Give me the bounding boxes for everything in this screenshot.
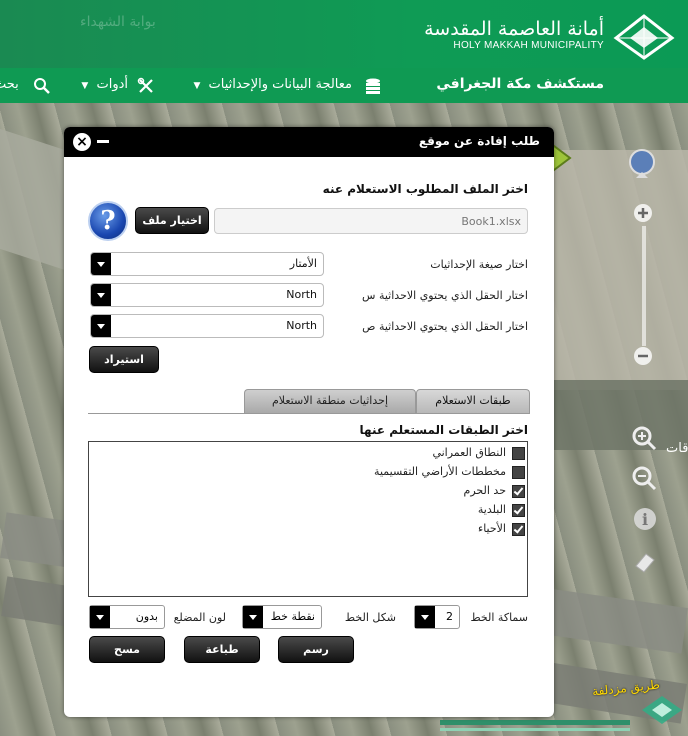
line-width-label: سماكة الخط	[470, 611, 528, 624]
map-label: قات	[666, 441, 688, 456]
map-decor-bar	[440, 728, 630, 731]
x-field-label: اختار الحقل الذي يحتوي الاحداثية س	[362, 289, 528, 302]
print-button[interactable]: طباعة	[184, 636, 260, 663]
map-background-label: بوابة الشهداء	[80, 14, 156, 30]
layer-item[interactable]: الأحياء	[478, 522, 525, 540]
search-icon[interactable]	[33, 77, 51, 95]
layer-label: النطاق العمراني	[432, 446, 506, 459]
coord-format-value: الأمتار	[289, 257, 317, 270]
import-button[interactable]: استيراد	[89, 346, 159, 373]
zoom-out-icon[interactable]	[632, 345, 654, 367]
chevron-down-icon	[91, 284, 111, 306]
y-field-value: North	[286, 319, 317, 332]
tabs-divider	[88, 413, 530, 414]
globe-icon[interactable]	[624, 146, 660, 182]
layer-label: البلدية	[477, 503, 506, 516]
zoom-in-icon[interactable]	[632, 202, 654, 224]
magnify-minus-icon[interactable]	[630, 464, 658, 492]
help-icon[interactable]: ?	[88, 201, 128, 241]
chevron-down-icon: ▼	[81, 81, 89, 91]
checkbox[interactable]	[512, 503, 525, 517]
layer-label: مخططات الأراضي التقسيمية	[374, 465, 506, 478]
eraser-icon[interactable]	[632, 548, 658, 574]
app-header: بوابة الشهداء أمانة العاصمة المقدسة HOLY…	[0, 0, 688, 103]
layer-item[interactable]: حد الحرم	[464, 484, 525, 502]
data-processing-menu-label: معالجة البيانات والإحداثيات	[208, 77, 353, 92]
draw-button[interactable]: رسم	[278, 636, 354, 663]
database-icon	[366, 78, 380, 94]
close-icon[interactable]: ×	[73, 133, 91, 151]
tab-query-area-coords[interactable]: إحداثيات منطقة الاستعلام	[244, 389, 416, 413]
tools-icon	[137, 77, 153, 93]
query-tabs: إحداثيات منطقة الاستعلام طبقات الاستعلام	[244, 389, 530, 413]
svg-text:i: i	[642, 510, 648, 529]
fill-color-label: لون المضلع	[173, 611, 226, 624]
fill-color-value: بدون	[135, 610, 158, 623]
chevron-down-icon	[243, 606, 263, 628]
checkbox[interactable]	[512, 484, 525, 498]
line-width-value: 2	[446, 610, 453, 623]
x-field-value: North	[286, 288, 317, 301]
coord-format-label: اختار صيغة الإحداثيات	[430, 258, 528, 271]
search-menu[interactable]: بحث	[0, 77, 19, 92]
chevron-down-icon	[91, 315, 111, 337]
y-field-select[interactable]: North	[90, 314, 324, 338]
layers-list: النطاق العمراني مخططات الأراضي التقسيمية…	[88, 441, 528, 597]
chevron-down-icon: ▼	[193, 81, 201, 91]
chevron-down-icon	[415, 606, 435, 628]
tools-menu-label: أدوات	[96, 77, 128, 92]
info-icon[interactable]: i	[632, 506, 658, 532]
map-decor-bar	[440, 720, 630, 725]
makkah-municipality-logo-icon	[642, 696, 682, 724]
line-style-label: شكل الخط	[344, 611, 396, 624]
layer-item[interactable]: البلدية	[478, 503, 525, 521]
brand-name-english: HOLY MAKKAH MUNICIPALITY	[453, 40, 604, 51]
line-width-select[interactable]: 2	[414, 605, 460, 629]
magnify-plus-icon[interactable]	[630, 424, 658, 452]
app-title: مستكشف مكة الجغرافي	[436, 76, 604, 92]
line-style-select[interactable]: نقطة خط	[242, 605, 322, 629]
choose-file-button[interactable]: اختيار ملف	[135, 207, 209, 234]
minimize-icon[interactable]	[97, 140, 109, 143]
chevron-down-icon	[90, 606, 110, 628]
x-field-select[interactable]: North	[90, 283, 324, 307]
layer-label: الأحياء	[478, 522, 506, 535]
map-building-block	[548, 380, 688, 450]
zoom-slider-track[interactable]	[642, 226, 646, 346]
fill-color-select[interactable]: بدون	[89, 605, 165, 629]
file-section-title: اختر الملف المطلوب الاستعلام عنه	[322, 182, 528, 196]
map-building-block	[548, 150, 688, 390]
layer-label: حد الحرم	[463, 484, 506, 497]
location-inquiry-dialog: × طلب إفادة عن موقع اختر الملف المطلوب ا…	[64, 127, 554, 717]
tab-query-layers[interactable]: طبقات الاستعلام	[416, 389, 530, 413]
layer-item[interactable]: النطاق العمراني	[432, 446, 525, 464]
layer-item[interactable]: مخططات الأراضي التقسيمية	[374, 465, 525, 483]
checkbox[interactable]	[512, 465, 525, 479]
file-path-field[interactable]	[214, 208, 528, 234]
checkbox[interactable]	[512, 446, 525, 460]
y-field-label: اختار الحقل الذي يحتوي الاحداثية ص	[362, 320, 528, 333]
layers-section-title: اختر الطبقات المستعلم عنها	[359, 423, 528, 437]
makkah-municipality-logo-icon	[613, 14, 675, 60]
line-style-value: نقطة خط	[270, 610, 315, 623]
brand-name-arabic: أمانة العاصمة المقدسة	[424, 18, 604, 40]
coord-format-select[interactable]: الأمتار	[90, 252, 324, 276]
data-processing-menu[interactable]: معالجة البيانات والإحداثيات ▼	[193, 77, 352, 92]
dialog-titlebar[interactable]: × طلب إفادة عن موقع	[64, 127, 554, 157]
chevron-down-icon	[91, 253, 111, 275]
main-navbar: مستكشف مكة الجغرافي معالجة البيانات والإ…	[0, 68, 688, 103]
tools-menu[interactable]: أدوات ▼	[81, 77, 128, 92]
checkbox[interactable]	[512, 522, 525, 536]
dialog-title: طلب إفادة عن موقع	[418, 134, 540, 148]
clear-button[interactable]: مسح	[89, 636, 165, 663]
